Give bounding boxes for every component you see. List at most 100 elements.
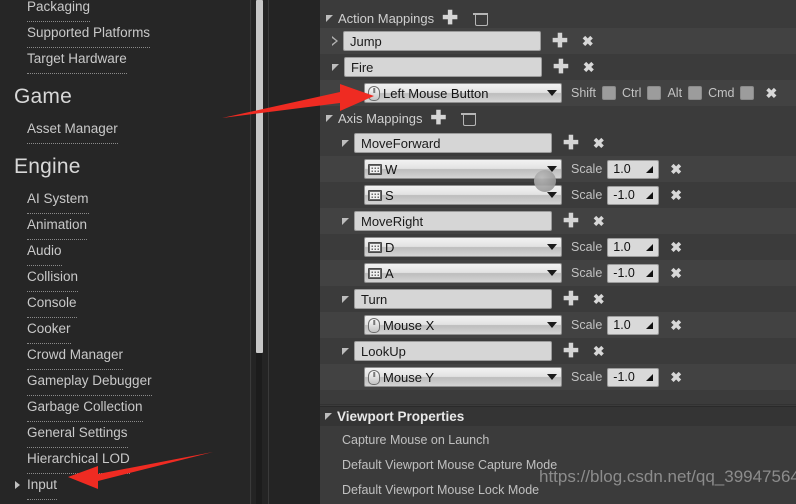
sidebar-item-gameplay-debugger[interactable]: Gameplay Debugger — [0, 368, 240, 396]
binding-remove-button[interactable]: ✖ — [670, 369, 682, 386]
sidebar-scrollbar-thumb[interactable] — [256, 0, 263, 353]
scale-spinner[interactable]: 1.0 — [607, 159, 660, 179]
scale-label: Scale — [571, 370, 603, 384]
sidebar-item-crowd-manager[interactable]: Crowd Manager — [0, 342, 240, 370]
chevron-down-icon[interactable] — [547, 192, 557, 198]
axis-remove-button[interactable]: ✖ — [593, 291, 605, 308]
triangle-expanded-icon[interactable] — [342, 217, 349, 225]
axis-mapping-row: LookUp ✚ ✖ — [320, 338, 796, 364]
mapping-name-input[interactable]: MoveRight — [354, 211, 552, 231]
sidebar-item-garbage-collection[interactable]: Garbage Collection — [0, 394, 240, 422]
triangle-expanded-icon[interactable] — [326, 14, 333, 22]
action-mappings-title: Action Mappings — [338, 10, 435, 26]
axis-remove-button[interactable]: ✖ — [593, 213, 605, 230]
action-mapping-row: Fire ✚ ✖ — [320, 54, 796, 80]
sidebar-item-packaging[interactable]: Packaging — [0, 0, 240, 22]
mapping-name-input[interactable]: MoveForward — [354, 133, 552, 153]
mapping-name-input[interactable]: LookUp — [354, 341, 552, 361]
sidebar-item-input[interactable]: Input — [0, 472, 240, 500]
modifier-checkbox-alt[interactable] — [688, 86, 703, 100]
chevron-down-icon[interactable] — [547, 244, 557, 250]
settings-sidebar[interactable]: Packaging Supported Platforms Target Hardw… — [0, 0, 252, 504]
chevron-down-icon[interactable] — [547, 270, 557, 276]
key-select[interactable]: A — [364, 263, 562, 283]
triangle-expanded-icon[interactable] — [342, 295, 349, 303]
scale-spinner[interactable]: -1.0 — [607, 367, 660, 387]
chevron-right-icon[interactable] — [15, 481, 20, 489]
axis-mapping-row: MoveForward ✚ ✖ — [320, 130, 796, 156]
sidebar-item-cooker[interactable]: Cooker — [0, 316, 240, 344]
chevron-down-icon[interactable] — [547, 90, 557, 96]
action-remove-button[interactable]: ✖ — [582, 33, 594, 50]
modifier-checkbox-cmd[interactable] — [740, 86, 755, 100]
sidebar-item-asset-manager[interactable]: Asset Manager — [0, 116, 240, 144]
sidebar-item-console[interactable]: Console — [0, 290, 240, 318]
sidebar-item-collision[interactable]: Collision — [0, 264, 240, 292]
scale-spinner[interactable]: -1.0 — [607, 263, 660, 283]
sidebar-item-ai-system[interactable]: AI System — [0, 186, 240, 214]
axis-remove-button[interactable]: ✖ — [593, 343, 605, 360]
key-select[interactable]: W — [364, 159, 562, 179]
scale-spinner[interactable]: -1.0 — [607, 185, 660, 205]
sidebar-item-animation[interactable]: Animation — [0, 212, 240, 240]
spinner-drag-icon[interactable] — [646, 243, 654, 251]
action-mappings-clear-button[interactable] — [473, 11, 489, 26]
sidebar-item-supported-platforms[interactable]: Supported Platforms — [0, 20, 240, 48]
axis-binding-row: W Scale 1.0 ✖ — [320, 156, 796, 182]
mapping-name-input[interactable]: Jump — [343, 31, 541, 51]
mouse-icon — [368, 85, 380, 101]
key-select[interactable]: Mouse X — [364, 315, 562, 335]
spinner-drag-icon[interactable] — [646, 269, 654, 277]
viewport-property-row[interactable]: Capture Mouse on Launch — [320, 427, 796, 452]
axis-mappings-add-button[interactable]: ✚ — [431, 109, 447, 128]
sidebar-item-general-settings[interactable]: General Settings — [0, 420, 240, 448]
axis-add-binding-button[interactable]: ✚ — [563, 134, 579, 153]
sidebar-item-audio[interactable]: Audio — [0, 238, 240, 266]
spinner-drag-icon[interactable] — [646, 373, 654, 381]
spinner-drag-icon[interactable] — [646, 165, 654, 173]
action-add-binding-button[interactable]: ✚ — [553, 58, 569, 77]
viewport-properties-header[interactable]: Viewport Properties — [320, 406, 796, 426]
mapping-name-input[interactable]: Fire — [344, 57, 542, 77]
triangle-expanded-icon[interactable] — [342, 139, 349, 147]
mapping-name-input[interactable]: Turn — [354, 289, 552, 309]
watermark-text: https://blog.csdn.net/qq_39947564 — [539, 467, 796, 486]
spinner-drag-icon[interactable] — [646, 321, 654, 329]
axis-mappings-header: Axis Mappings ✚ — [320, 106, 796, 130]
axis-mappings-title: Axis Mappings — [338, 110, 423, 126]
binding-remove-button[interactable]: ✖ — [670, 317, 682, 334]
axis-add-binding-button[interactable]: ✚ — [563, 290, 579, 309]
axis-mappings-clear-button[interactable] — [461, 111, 477, 126]
modifier-checkbox-shift[interactable] — [602, 86, 617, 100]
sidebar-item-hierarchical-lod[interactable]: Hierarchical LOD — [0, 446, 240, 474]
chevron-down-icon[interactable] — [547, 322, 557, 328]
binding-remove-button[interactable]: ✖ — [765, 85, 777, 102]
binding-remove-button[interactable]: ✖ — [670, 265, 682, 282]
key-select[interactable]: S — [364, 185, 562, 205]
sidebar-item-target-hardware[interactable]: Target Hardware — [0, 46, 240, 74]
triangle-expanded-icon[interactable] — [342, 347, 349, 355]
action-remove-button[interactable]: ✖ — [583, 59, 595, 76]
key-select[interactable]: D — [364, 237, 562, 257]
triangle-expanded-icon[interactable] — [332, 63, 339, 71]
triangle-expanded-icon[interactable] — [325, 413, 332, 420]
scale-spinner[interactable]: 1.0 — [607, 237, 660, 257]
action-mappings-add-button[interactable]: ✚ — [442, 9, 458, 28]
scale-spinner[interactable]: 1.0 — [607, 315, 660, 335]
key-select[interactable]: Left Mouse Button — [364, 83, 562, 103]
binding-remove-button[interactable]: ✖ — [670, 161, 682, 178]
axis-add-binding-button[interactable]: ✚ — [563, 342, 579, 361]
key-select[interactable]: Mouse Y — [364, 367, 562, 387]
triangle-expanded-icon[interactable] — [326, 114, 333, 122]
spinner-drag-icon[interactable] — [646, 191, 654, 199]
chevron-down-icon[interactable] — [547, 374, 557, 380]
binding-remove-button[interactable]: ✖ — [670, 239, 682, 256]
mapping-name-value: MoveForward — [361, 135, 441, 151]
sidebar-item-navigation-mesh[interactable]: Navigation Mesh — [0, 498, 240, 504]
binding-remove-button[interactable]: ✖ — [670, 187, 682, 204]
axis-remove-button[interactable]: ✖ — [593, 135, 605, 152]
axis-add-binding-button[interactable]: ✚ — [563, 212, 579, 231]
action-add-binding-button[interactable]: ✚ — [552, 32, 568, 51]
modifier-checkbox-ctrl[interactable] — [647, 86, 662, 100]
triangle-collapsed-icon[interactable] — [332, 36, 338, 46]
